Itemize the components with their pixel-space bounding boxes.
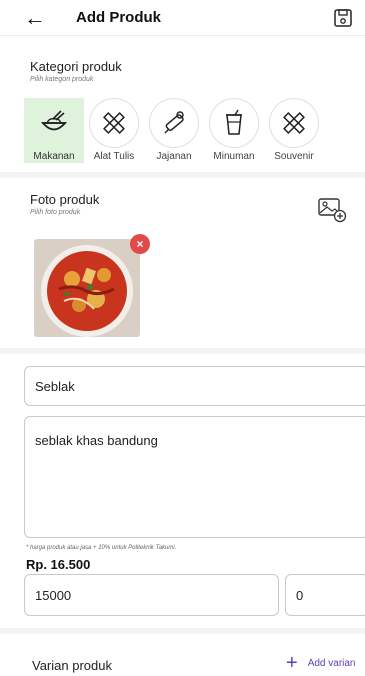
snack-icon [164, 111, 184, 134]
souvenir-icon [283, 112, 305, 134]
remove-photo-button[interactable]: × [130, 234, 150, 254]
page-title: Add Produk [76, 9, 161, 26]
category-label: Jajanan [156, 151, 192, 162]
price-input[interactable]: 15000 [24, 574, 279, 616]
foto-section: Foto produk Pilih foto produk × [0, 184, 365, 354]
kategori-section: Kategori produk Pilih kategori produk Ma… [0, 56, 365, 178]
category-souvenir[interactable]: Souvenir [264, 98, 324, 163]
add-varian-button[interactable]: + Add varian [286, 652, 356, 674]
category-label: Souvenir [274, 151, 314, 162]
product-description-input[interactable]: seblak khas bandung [24, 416, 365, 538]
category-alat-tulis[interactable]: Alat Tulis [84, 98, 144, 163]
category-minuman[interactable]: Minuman [204, 98, 264, 163]
foto-subtitle: Pilih foto produk [30, 209, 81, 216]
foto-title: Foto produk [30, 192, 100, 207]
category-label: Minuman [213, 151, 255, 162]
drink-cup-icon [226, 109, 242, 135]
pencil-ruler-icon [103, 112, 125, 134]
product-name-input[interactable]: Seblak [24, 366, 365, 406]
plus-icon: + [286, 652, 298, 674]
kategori-title: Kategori produk [30, 59, 122, 74]
category-list: Makanan Alat Tulis Jajanan Minuman Souve… [24, 98, 324, 163]
price-note: * harga produk atau jasa + 10% untuk Pol… [26, 545, 177, 551]
arrow-left-icon[interactable]: ← [24, 6, 50, 29]
save-icon[interactable] [333, 8, 353, 28]
product-photo[interactable] [34, 239, 140, 337]
food-bowl-icon [41, 110, 67, 131]
app-bar: ← Add Produk [0, 0, 365, 36]
varian-title: Varian produk [32, 658, 112, 673]
kategori-subtitle: Pilih kategori produk [30, 76, 94, 83]
discount-input[interactable]: 0 [285, 574, 365, 616]
category-makanan[interactable]: Makanan [24, 98, 84, 163]
price-display: Rp. 16.500 [26, 557, 91, 572]
add-varian-label: Add varian [307, 657, 356, 669]
category-jajanan[interactable]: Jajanan [144, 98, 204, 163]
category-label: Makanan [33, 151, 75, 162]
category-label: Alat Tulis [93, 151, 135, 162]
divider [0, 628, 365, 634]
add-image-icon[interactable] [317, 196, 347, 224]
